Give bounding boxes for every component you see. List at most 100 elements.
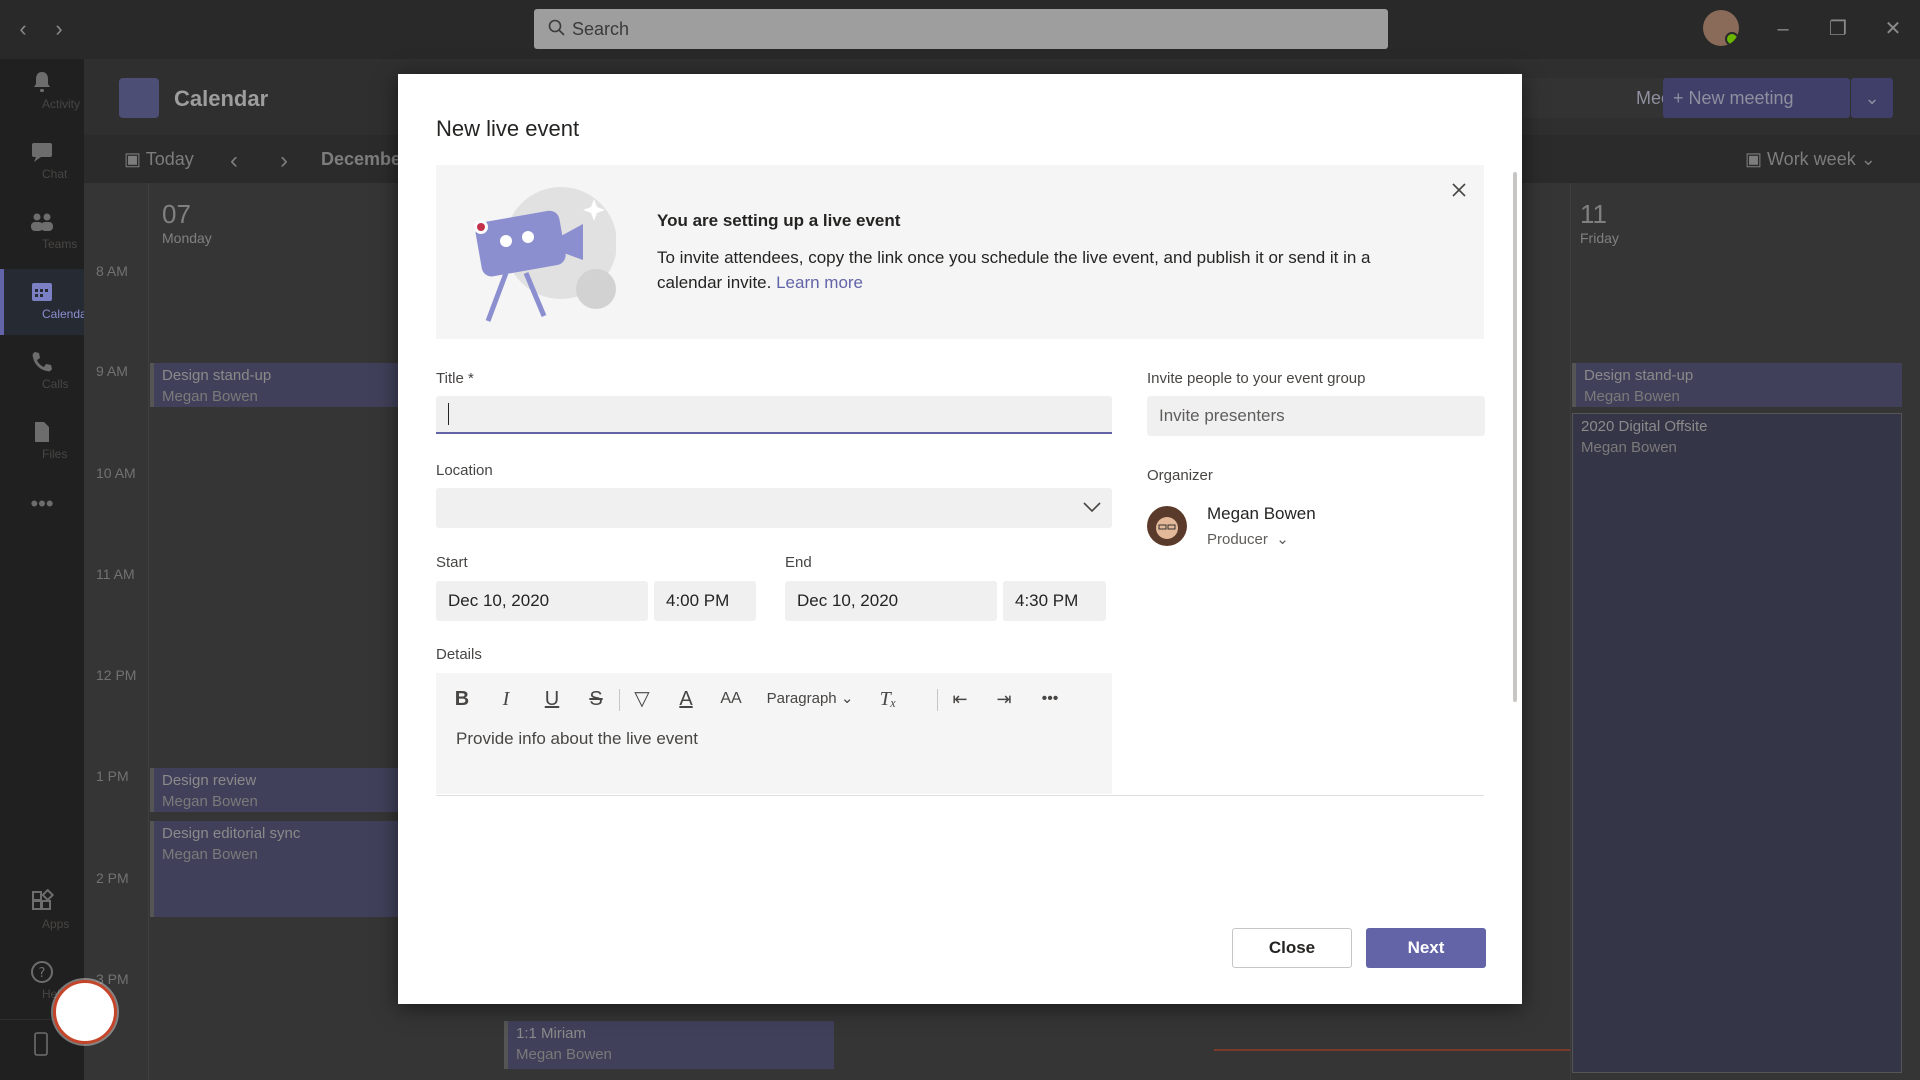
- invite-presenters-input[interactable]: Invite presenters: [1147, 396, 1485, 436]
- rail-item-files[interactable]: Files: [0, 409, 84, 475]
- organizer-avatar: [1147, 506, 1187, 546]
- time-label: 10 AM: [96, 465, 136, 481]
- more-options-ellipsis-icon[interactable]: •••: [1036, 687, 1064, 711]
- time-label: 8 AM: [96, 263, 128, 279]
- day-header: 11 Friday: [1580, 199, 1619, 246]
- decrease-indent-icon[interactable]: ⇤: [948, 687, 972, 711]
- details-placeholder: Provide info about the live event: [456, 729, 698, 748]
- learn-more-link[interactable]: Learn more: [776, 273, 863, 292]
- rail-label: Calls: [42, 377, 69, 391]
- rail-item-teams[interactable]: Teams: [0, 199, 84, 265]
- calendar-event[interactable]: Design stand-up Megan Bowen: [1572, 363, 1902, 407]
- end-time-picker[interactable]: 4:30 PM: [1003, 581, 1106, 621]
- location-dropdown[interactable]: [436, 488, 1112, 528]
- paragraph-format-dropdown[interactable]: Paragraph ⌄: [762, 687, 858, 711]
- italic-icon[interactable]: I: [494, 687, 518, 711]
- rail-label: Apps: [42, 917, 70, 931]
- phone-device-icon: [34, 1032, 48, 1056]
- calendar-event[interactable]: Design stand-up Megan Bowen: [150, 363, 400, 407]
- text-caret: [448, 403, 449, 425]
- today-icon: ▣: [124, 149, 146, 169]
- rail-item-activity[interactable]: Activity: [0, 59, 84, 125]
- close-button[interactable]: Close: [1232, 928, 1352, 968]
- next-week-chevron-icon[interactable]: ›: [280, 147, 288, 175]
- highlight-icon[interactable]: ▽: [630, 687, 654, 711]
- calendar-icon: [32, 283, 52, 301]
- chevron-down-icon: [1083, 502, 1101, 513]
- apps-icon: [32, 889, 55, 910]
- new-meeting-dropdown-chevron-icon[interactable]: ⌄: [1851, 78, 1893, 118]
- calendar-title: Calendar: [174, 86, 269, 111]
- clear-formatting-icon[interactable]: Tₓ: [876, 687, 900, 711]
- calendar-event[interactable]: Design editorial sync Megan Bowen: [150, 821, 400, 917]
- search-placeholder: Search: [572, 19, 630, 39]
- calendar-event[interactable]: Design review Megan Bowen: [150, 768, 400, 812]
- details-label: Details: [436, 646, 482, 663]
- search-icon: [548, 19, 565, 36]
- rail-item-chat[interactable]: Chat: [0, 129, 84, 195]
- start-date-picker[interactable]: Dec 10, 2020: [436, 581, 648, 621]
- font-color-icon[interactable]: A: [674, 687, 698, 711]
- month-label: December: [321, 149, 409, 169]
- chevron-down-icon: ⌄: [1860, 149, 1876, 169]
- rail-label: Activity: [42, 97, 81, 111]
- today-button[interactable]: ▣ Today: [124, 149, 194, 170]
- rail-item-calls[interactable]: Calls: [0, 339, 84, 405]
- phone-icon: [32, 352, 52, 372]
- organizer-name: Megan Bowen: [1207, 504, 1316, 523]
- title-input[interactable]: [436, 396, 1112, 434]
- help-icon: ?: [31, 961, 53, 983]
- organizer-role-dropdown[interactable]: Producer ⌄: [1207, 530, 1289, 548]
- current-time-line: [1214, 1049, 1570, 1051]
- divider: [436, 795, 1484, 796]
- more-apps-ellipsis-icon[interactable]: •••: [0, 489, 84, 529]
- strikethrough-icon[interactable]: S: [584, 687, 608, 711]
- underline-icon[interactable]: U: [540, 687, 564, 711]
- record-button[interactable]: [53, 980, 117, 1044]
- calendar-event[interactable]: 1:1 Miriam Megan Bowen: [504, 1021, 834, 1069]
- close-window-icon[interactable]: ✕: [1878, 14, 1908, 44]
- new-meeting-button[interactable]: + New meeting: [1663, 78, 1850, 118]
- back-arrow-icon[interactable]: ‹: [10, 16, 36, 42]
- file-icon: [35, 422, 49, 442]
- day-header: 07 Monday: [162, 199, 212, 246]
- chat-icon: [32, 143, 52, 162]
- time-label: 12 PM: [96, 667, 137, 683]
- title-bar: ‹ › Search – ❐ ✕: [0, 0, 1920, 59]
- start-time-picker[interactable]: 4:00 PM: [654, 581, 756, 621]
- video-camera-illustration-icon: [474, 187, 616, 322]
- plus-icon: +: [1673, 88, 1689, 108]
- user-avatar[interactable]: [1703, 10, 1739, 46]
- presence-available-icon: [1725, 32, 1739, 46]
- minimize-icon[interactable]: –: [1768, 14, 1798, 44]
- rail-label: Chat: [42, 167, 68, 181]
- rail-item-calendar[interactable]: Calendar: [0, 269, 91, 335]
- location-label: Location: [436, 462, 493, 479]
- banner-body: To invite attendees, copy the link once …: [657, 248, 1371, 292]
- chevron-down-icon: ⌄: [840, 690, 854, 707]
- font-size-icon[interactable]: AA: [718, 687, 744, 711]
- close-icon[interactable]: [1448, 179, 1470, 201]
- info-banner: You are setting up a live event To invit…: [436, 165, 1484, 339]
- forward-arrow-icon[interactable]: ›: [46, 16, 72, 42]
- next-button[interactable]: Next: [1366, 928, 1486, 968]
- time-label: 2 PM: [96, 870, 129, 886]
- end-date-picker[interactable]: Dec 10, 2020: [785, 581, 997, 621]
- view-switcher[interactable]: ▣ Work week ⌄: [1745, 149, 1876, 170]
- previous-week-chevron-icon[interactable]: ‹: [230, 147, 238, 175]
- start-label: Start: [436, 554, 468, 571]
- title-label: Title *: [436, 370, 474, 387]
- teams-icon: [31, 213, 53, 231]
- rail-item-apps[interactable]: Apps: [0, 879, 84, 945]
- organizer-label: Organizer: [1147, 467, 1213, 484]
- calendar-app-icon: [119, 78, 159, 118]
- increase-indent-icon[interactable]: ⇥: [992, 687, 1016, 711]
- maximize-icon[interactable]: ❐: [1823, 14, 1853, 44]
- dialog-scrollbar[interactable]: [1513, 172, 1517, 702]
- banner-heading: You are setting up a live event: [657, 211, 901, 230]
- search-input[interactable]: Search: [534, 9, 1388, 49]
- details-editor[interactable]: B I U S ▽ A AA Paragraph ⌄ Tₓ ⇤ ⇥ ••• Pr…: [436, 673, 1112, 794]
- bold-icon[interactable]: B: [450, 687, 474, 711]
- new-live-event-dialog: New live event You are setting up a live…: [398, 74, 1522, 1004]
- calendar-event[interactable]: 2020 Digital Offsite Megan Bowen: [1572, 413, 1902, 1073]
